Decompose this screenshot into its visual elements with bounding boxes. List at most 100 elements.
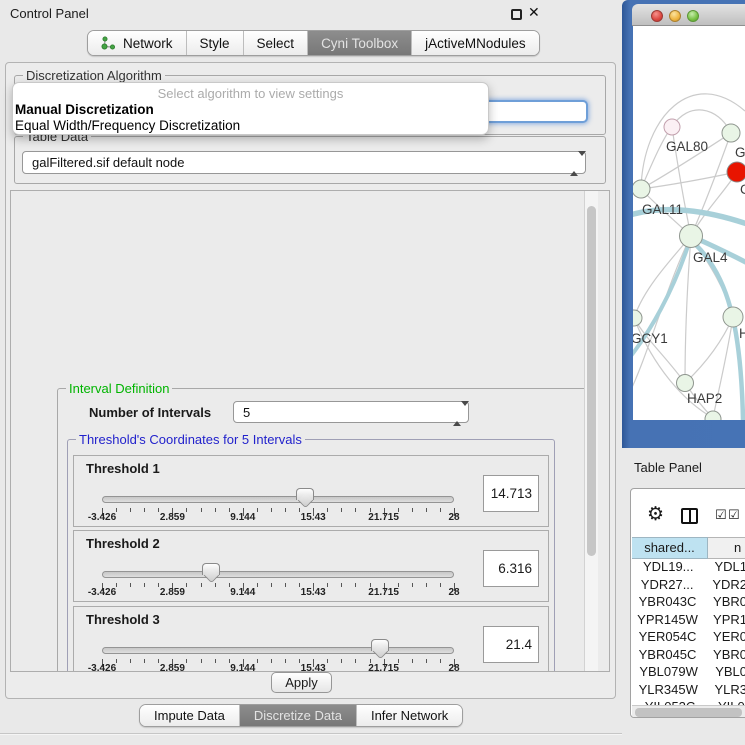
cell-shared-name[interactable]: YLR345W [632, 682, 704, 700]
table-hscrollbar-thumb[interactable] [635, 708, 742, 717]
slider-tick-label: 9.144 [230, 512, 255, 523]
table-row[interactable]: YDR27...YDR2 [632, 577, 745, 595]
slider-tick [355, 659, 356, 663]
combo-spinner-icon[interactable] [570, 156, 578, 171]
cell-name[interactable]: YLR3 [704, 682, 745, 700]
column-layout-icon[interactable] [681, 508, 698, 524]
network-node-green[interactable] [633, 310, 642, 326]
cell-name[interactable]: YER0 [703, 629, 745, 647]
tab-select[interactable]: Select [244, 31, 309, 55]
threshold-value-field[interactable]: 6.316 [483, 550, 539, 587]
cell-name[interactable]: YBR0 [703, 647, 745, 665]
cell-shared-name[interactable]: YER054C [632, 629, 703, 647]
slider-tick-label: 2.859 [160, 587, 185, 598]
tab-label: Select [257, 36, 295, 51]
tab-cyni-toolbox[interactable]: Cyni Toolbox [308, 31, 412, 55]
tab-discretize-data[interactable]: Discretize Data [240, 705, 357, 726]
slider-thumb[interactable] [202, 563, 220, 575]
gear-icon[interactable]: ⚙ [647, 503, 664, 526]
table-row[interactable]: YBR045CYBR0 [632, 647, 745, 665]
threshold-value-field[interactable]: 21.4 [483, 626, 539, 663]
panel-title: Control Panel [10, 6, 89, 21]
network-canvas[interactable]: GAL80GACGAL11GAL4GCY1HHAP2 [633, 26, 745, 420]
tab-label: Impute Data [154, 708, 225, 723]
table-row[interactable]: YER054CYER0 [632, 629, 745, 647]
slider-tick-label: 9.144 [230, 587, 255, 598]
discretization-algorithm-group-title: Discretization Algorithm [23, 68, 165, 83]
content-scrollbar-thumb[interactable] [587, 206, 596, 556]
cell-name[interactable]: YBR0 [703, 594, 745, 612]
network-node-green[interactable] [722, 124, 740, 142]
slider-tick [201, 508, 202, 512]
slider-track[interactable] [102, 496, 454, 503]
table-row[interactable]: YBL079WYBL0 [632, 664, 745, 682]
slider-tick-label: -3.426 [88, 512, 116, 523]
cell-shared-name[interactable]: YBR045C [632, 647, 703, 665]
table-panel-title: Table Panel [634, 460, 702, 475]
slider-tick [257, 583, 258, 587]
column-header-name[interactable]: n [708, 537, 745, 559]
checkbox-icon[interactable]: ☑ [728, 507, 740, 523]
dropdown-prompt-item[interactable]: Select algorithm to view settings [13, 86, 488, 101]
table-row[interactable]: YDL19...YDL1 [632, 559, 745, 577]
cell-shared-name[interactable]: YBR043C [632, 594, 703, 612]
column-header-shared-name[interactable]: shared... [632, 537, 708, 559]
number-of-intervals-label: Number of Intervals [89, 405, 211, 420]
tab-style[interactable]: Style [187, 31, 244, 55]
network-node-red[interactable] [727, 162, 745, 182]
apply-button[interactable]: Apply [271, 672, 332, 693]
network-node-green[interactable] [633, 180, 650, 198]
close-icon[interactable]: ✕ [528, 4, 540, 21]
combo-spinner-icon[interactable] [453, 406, 461, 421]
slider-tick [355, 583, 356, 587]
checkbox-icon[interactable]: ☑ [715, 507, 727, 523]
dropdown-option[interactable]: Equal Width/Frequency Discretization [15, 118, 240, 133]
slider-thumb[interactable] [371, 639, 389, 651]
cell-shared-name[interactable]: YDL19... [632, 559, 704, 577]
slider-tick-label: 21.715 [368, 587, 399, 598]
float-window-icon[interactable] [511, 9, 522, 20]
cell-name[interactable]: YPR1 [703, 612, 745, 630]
number-of-intervals-value: 5 [243, 405, 250, 420]
zoom-traffic-light-icon[interactable] [687, 10, 699, 22]
network-node-pink[interactable] [664, 119, 680, 135]
table-row[interactable]: YBR043CYBR0 [632, 594, 745, 612]
cell-name[interactable]: YDR2 [702, 577, 745, 595]
tab-infer-network[interactable]: Infer Network [357, 705, 462, 726]
tab-jactivemnodules[interactable]: jActiveMNodules [412, 31, 539, 55]
toolbox-tabbar: NetworkStyle Select Cyni ToolboxjActiveMNo… [87, 30, 540, 56]
network-window-titlebar[interactable] [632, 4, 745, 26]
slider-tick-label: 15.43 [301, 512, 326, 523]
slider-track[interactable] [102, 571, 454, 578]
cell-shared-name[interactable]: YDR27... [632, 577, 702, 595]
cell-shared-name[interactable]: YBL079W [632, 664, 705, 682]
slider-tick-label: 15.43 [301, 663, 326, 672]
table-data-combobox[interactable]: galFiltered.sif default node [22, 151, 586, 174]
table-row[interactable]: YLR345WYLR3 [632, 682, 745, 700]
table-row[interactable]: YPR145WYPR1 [632, 612, 745, 630]
cell-name[interactable]: YBL0 [705, 664, 745, 682]
close-traffic-light-icon[interactable] [651, 10, 663, 22]
slider-thumb[interactable] [296, 488, 314, 500]
slider-tick [215, 659, 216, 663]
minimize-traffic-light-icon[interactable] [669, 10, 681, 22]
dropdown-option[interactable]: Manual Discretization [15, 102, 154, 117]
slider-track[interactable] [102, 647, 454, 654]
network-node-green[interactable] [723, 307, 743, 327]
slider-tick [285, 508, 286, 512]
panel-divider [0, 733, 622, 735]
cell-shared-name[interactable]: YPR145W [632, 612, 703, 630]
table-hscrollbar[interactable] [632, 705, 745, 718]
tab-network[interactable]: Network [88, 31, 187, 55]
number-of-intervals-combobox[interactable]: 5 [233, 401, 469, 423]
network-node-green[interactable] [677, 375, 694, 392]
tab-label: Infer Network [371, 708, 448, 723]
threshold-row: Threshold 1-3.4262.8599.14415.4321.71528… [73, 455, 549, 527]
network-node-green[interactable] [680, 225, 703, 248]
slider-tick [186, 583, 187, 587]
cell-name[interactable]: YDL1 [704, 559, 745, 577]
threshold-label: Threshold 3 [86, 612, 160, 627]
tab-impute-data[interactable]: Impute Data [140, 705, 240, 726]
threshold-value-field[interactable]: 14.713 [483, 475, 539, 512]
slider-tick-label: 21.715 [368, 663, 399, 672]
